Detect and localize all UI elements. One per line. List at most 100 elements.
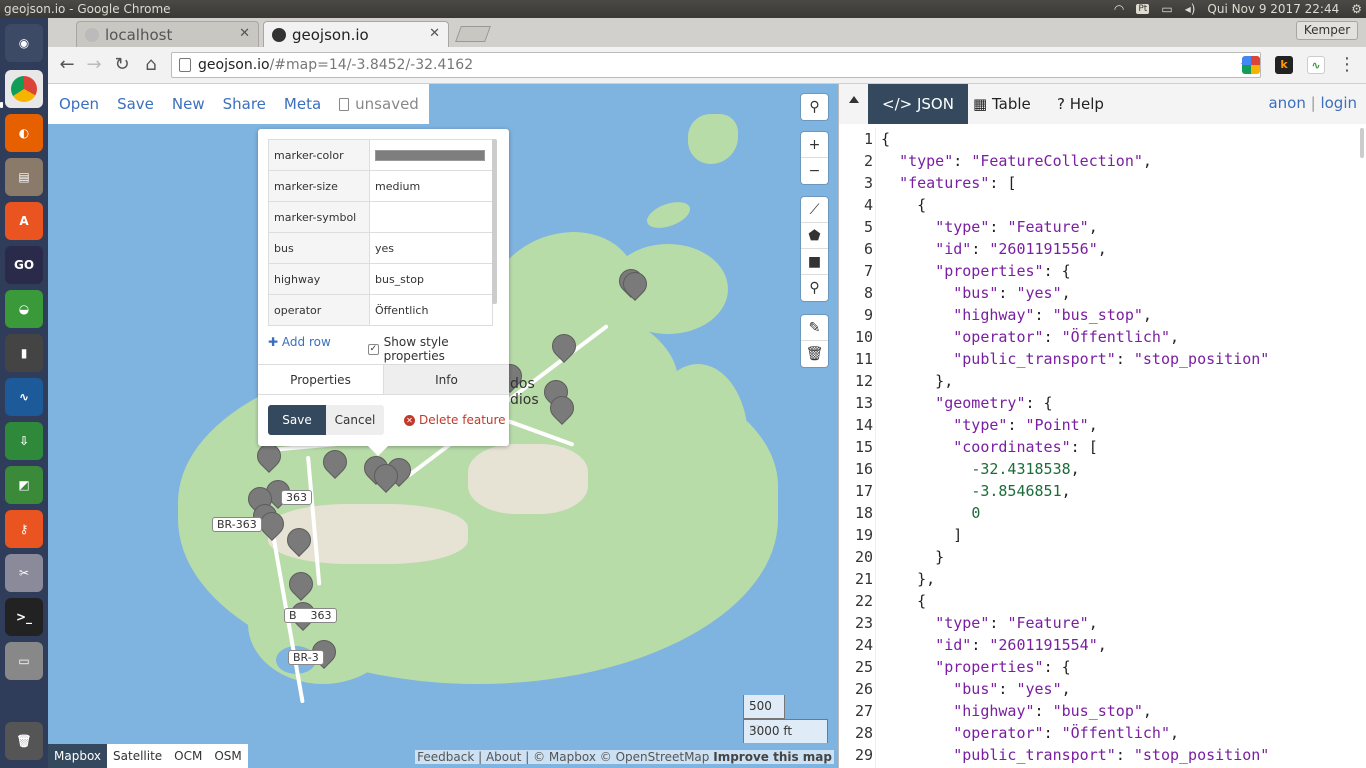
back-icon[interactable]: ← [56, 54, 78, 76]
chrome-icon[interactable] [5, 70, 43, 108]
code-line[interactable]: 5 "type": "Feature", [839, 216, 1359, 238]
goland-icon[interactable]: GO [5, 246, 43, 284]
collapse-icon[interactable] [849, 96, 859, 103]
map-marker[interactable] [618, 267, 652, 302]
code-line[interactable]: 17 -3.8546851, [839, 480, 1359, 502]
clock[interactable]: Qui Nov 9 2017 22:44 [1207, 2, 1339, 16]
files-icon[interactable]: ▤ [5, 158, 43, 196]
layer-osm[interactable]: OSM [208, 744, 247, 768]
tab-json[interactable]: </> JSON [868, 84, 968, 124]
code-line[interactable]: 15 "coordinates": [ [839, 436, 1359, 458]
edit-layers-icon[interactable]: ✎ [801, 315, 828, 341]
code-line[interactable]: 28 "operator": "Öffentlich", [839, 722, 1359, 744]
json-editor[interactable]: 1{2 "type": "FeatureCollection", 3 "featu… [839, 128, 1359, 768]
code-line[interactable]: 2 "type": "FeatureCollection", [839, 150, 1359, 172]
keys-icon[interactable]: ⚷ [5, 510, 43, 548]
map-canvas[interactable]: dos dios 363 BR-363 B 363 BR-3 Open Save … [48, 84, 838, 768]
keyboard-layout-indicator[interactable]: Pt [1136, 4, 1150, 14]
code-line[interactable]: 6 "id": "2601191556", [839, 238, 1359, 260]
show-style-toggle[interactable]: ✓ Show style properties [368, 335, 509, 363]
code-line[interactable]: 16 -32.4318538, [839, 458, 1359, 480]
checkbox[interactable]: ✓ [368, 343, 379, 355]
delete-layers-icon[interactable]: 🗑 [801, 341, 828, 367]
code-line[interactable]: 18 0 [839, 502, 1359, 524]
app-icon[interactable]: ▮ [5, 334, 43, 372]
cancel-button[interactable]: Cancel [326, 405, 384, 435]
tab-properties[interactable]: Properties [258, 365, 383, 394]
meta-button[interactable]: Meta [284, 95, 321, 113]
property-key[interactable]: bus [268, 232, 370, 264]
code-line[interactable]: 8 "bus": "yes", [839, 282, 1359, 304]
map-marker[interactable] [547, 329, 581, 364]
battery-icon[interactable]: ▭ [1161, 2, 1172, 16]
code-line[interactable]: 11 "public_transport": "stop_position" [839, 348, 1359, 370]
property-key[interactable]: highway [268, 263, 370, 295]
firefox-icon[interactable]: ◐ [5, 114, 43, 152]
code-line[interactable]: 27 "highway": "bus_stop", [839, 700, 1359, 722]
popup-scrollbar[interactable] [492, 139, 497, 304]
code-line[interactable]: 3 "features": [ [839, 172, 1359, 194]
open-button[interactable]: Open [59, 95, 99, 113]
tab-geojson[interactable]: geojson.io ✕ [263, 21, 449, 47]
layer-ocm[interactable]: OCM [168, 744, 208, 768]
code-line[interactable]: 29 "public_transport": "stop_position" [839, 744, 1359, 766]
code-line[interactable]: 21 }, [839, 568, 1359, 590]
save-feature-button[interactable]: Save [268, 405, 326, 435]
layer-satellite[interactable]: Satellite [107, 744, 168, 768]
map-marker[interactable] [545, 391, 579, 426]
draw-rectangle-icon[interactable]: ■ [801, 249, 828, 275]
gear-icon[interactable]: ⚙ [1351, 2, 1362, 16]
improve-map-link[interactable]: Improve this map [713, 750, 832, 764]
page-info-icon[interactable] [179, 58, 191, 72]
property-value[interactable]: bus_stop [369, 263, 493, 295]
extension-wave-icon[interactable]: ∿ [1307, 56, 1325, 74]
tab-table[interactable]: ▦ Table [959, 84, 1045, 124]
code-line[interactable]: 12 }, [839, 370, 1359, 392]
property-key[interactable]: operator [268, 294, 370, 326]
save-button[interactable]: Save [117, 95, 154, 113]
layer-mapbox[interactable]: Mapbox [48, 744, 108, 768]
property-value[interactable]: medium [369, 170, 493, 202]
draw-marker-icon[interactable]: ⚲ [801, 275, 828, 301]
pgadmin-icon[interactable]: ◒ [5, 290, 43, 328]
address-bar[interactable]: geojson.io/#map=14/-3.8452/-32.4162 ☆ [171, 52, 1261, 78]
editor-scrollbar[interactable] [1360, 128, 1364, 158]
anon-link[interactable]: anon [1268, 94, 1305, 112]
marker-color-swatch[interactable] [375, 150, 485, 161]
zoom-in-icon[interactable]: + [801, 132, 828, 158]
code-line[interactable]: 20 } [839, 546, 1359, 568]
system-monitor-icon[interactable]: ∿ [5, 378, 43, 416]
draw-polygon-icon[interactable]: ⬟ [801, 223, 828, 249]
tab-localhost[interactable]: localhost ✕ [76, 21, 259, 47]
property-value[interactable]: Öffentlich [369, 294, 493, 326]
code-line[interactable]: 1{ [839, 128, 1359, 150]
code-line[interactable]: 10 "operator": "Öffentlich", [839, 326, 1359, 348]
extension-k-icon[interactable]: k [1275, 56, 1293, 74]
software-center-icon[interactable]: A [5, 202, 43, 240]
code-line[interactable]: 14 "type": "Point", [839, 414, 1359, 436]
property-key[interactable]: marker-size [268, 170, 370, 202]
code-line[interactable]: 26 "bus": "yes", [839, 678, 1359, 700]
code-line[interactable]: 13 "geometry": { [839, 392, 1359, 414]
close-icon[interactable]: ✕ [429, 26, 440, 41]
tab-help[interactable]: ? Help [1043, 84, 1118, 124]
terminal-icon[interactable]: >_ [5, 598, 43, 636]
volume-icon[interactable]: ◂) [1185, 2, 1196, 16]
wifi-icon[interactable]: ◠ [1114, 2, 1124, 16]
login-link[interactable]: login [1320, 94, 1357, 112]
forward-icon[interactable]: → [83, 54, 105, 76]
property-value[interactable] [369, 139, 493, 171]
extension-icon[interactable] [1242, 56, 1260, 74]
spreadsheet-icon[interactable]: ◩ [5, 466, 43, 504]
search-icon[interactable]: ⚲ [801, 94, 828, 120]
close-icon[interactable]: ✕ [239, 26, 250, 41]
add-row-button[interactable]: ✚ Add row [268, 335, 331, 349]
code-line[interactable]: 24 "id": "2601191554", [839, 634, 1359, 656]
code-line[interactable]: 9 "highway": "bus_stop", [839, 304, 1359, 326]
property-value[interactable] [369, 201, 493, 233]
delete-feature-button[interactable]: ✕ Delete feature [404, 413, 506, 427]
map-marker[interactable] [252, 439, 286, 474]
about-link[interactable]: About [486, 750, 521, 764]
screenshot-icon[interactable]: ✂ [5, 554, 43, 592]
code-line[interactable]: 25 "properties": { [839, 656, 1359, 678]
